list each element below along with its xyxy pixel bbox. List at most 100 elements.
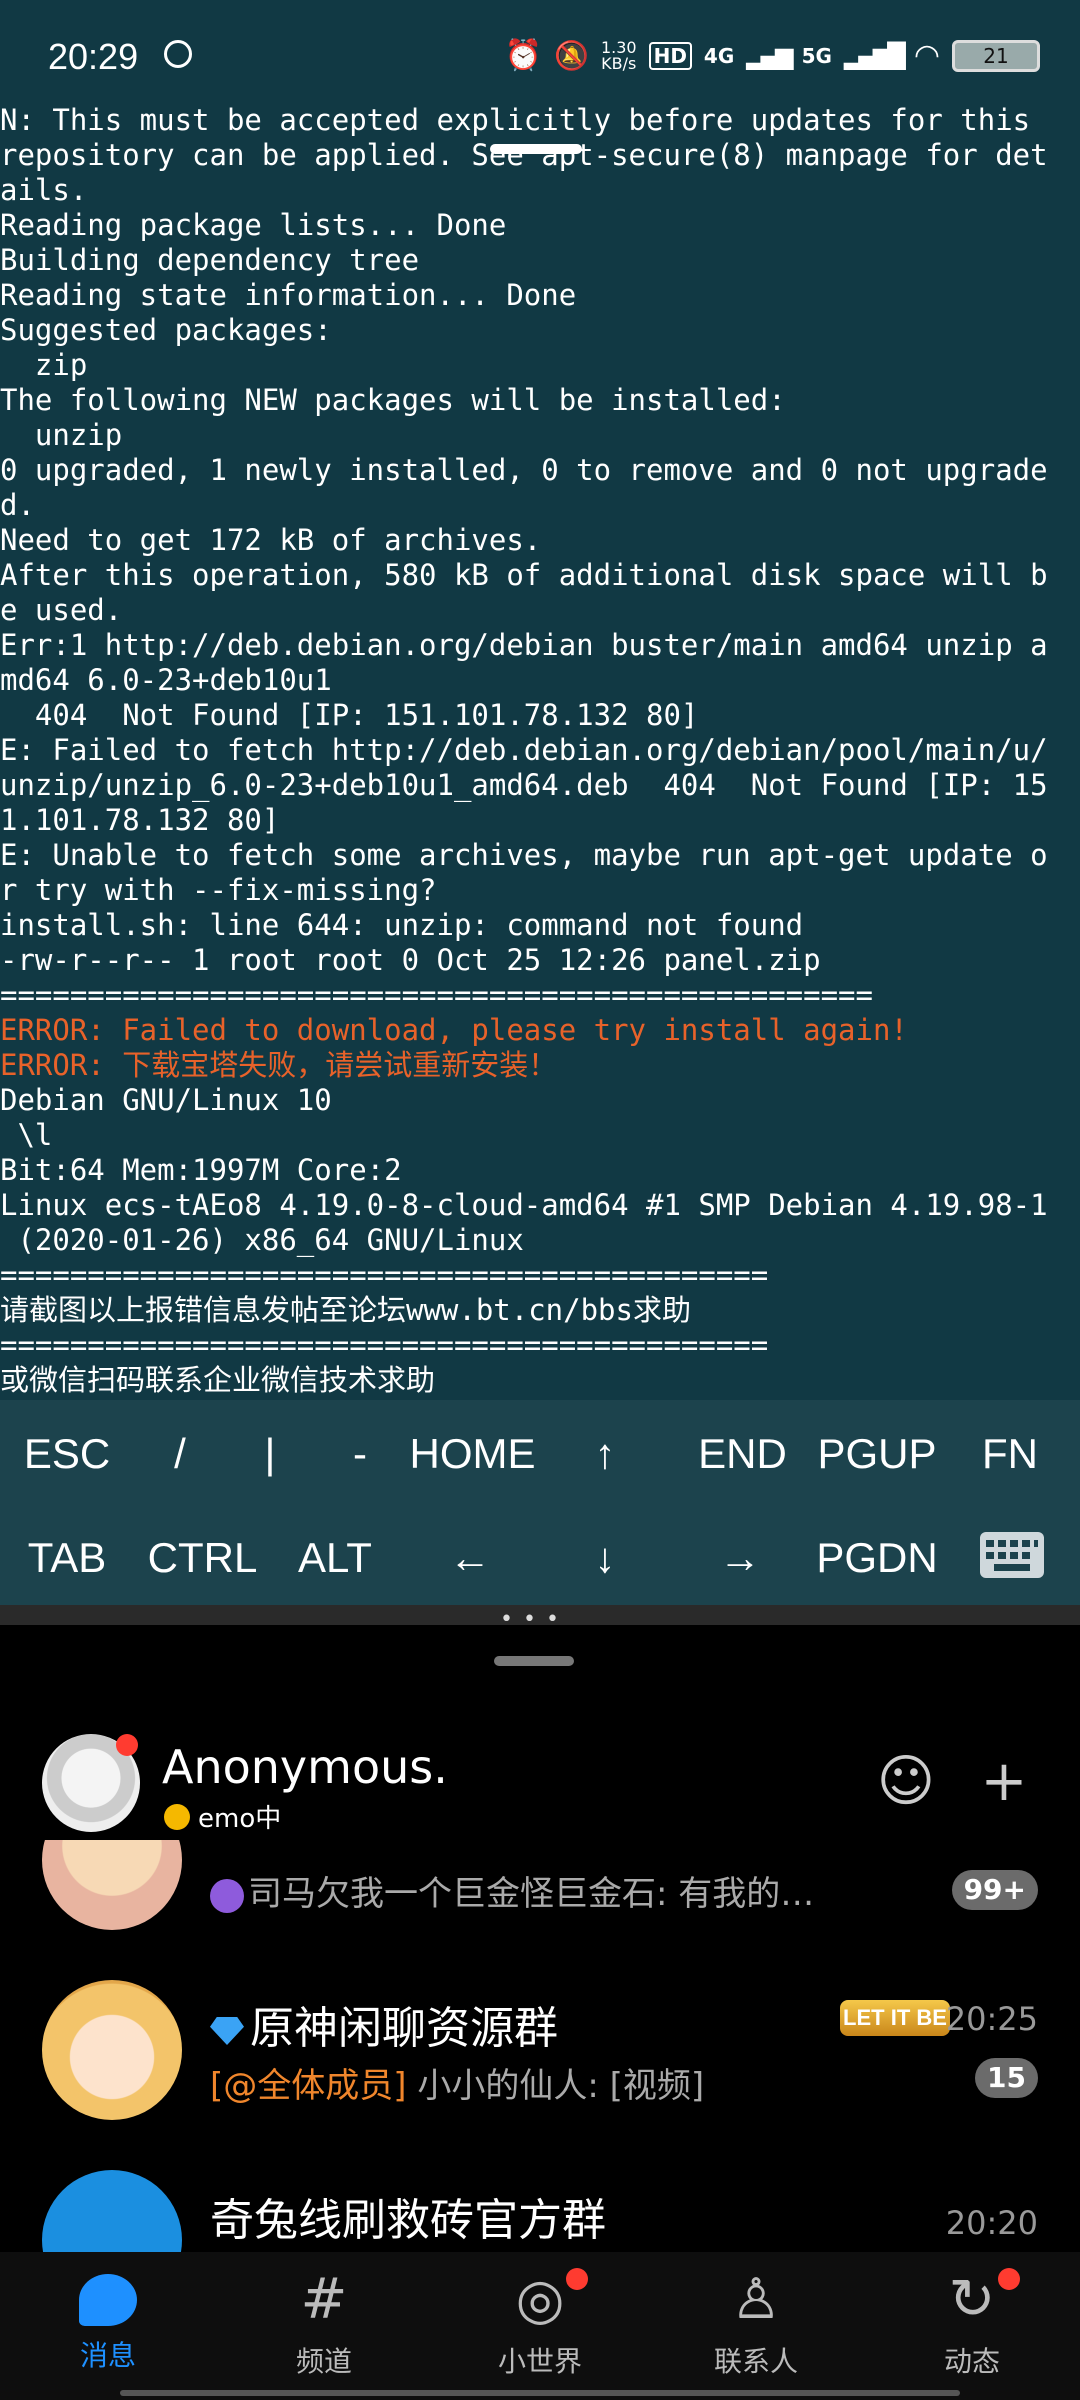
music-note-icon — [210, 1878, 244, 1913]
terminal-line: Suggested packages: — [0, 313, 332, 347]
chat-time: 20:25 — [945, 2000, 1038, 2038]
terminal-line: repository can be applied. See apt-secur… — [0, 138, 1048, 172]
key-up[interactable]: ↑ — [575, 1424, 635, 1484]
terminal-error-line: ERROR: Failed to download, please try in… — [0, 1013, 908, 1047]
message-icon — [79, 2274, 137, 2326]
terminal-line: Debian GNU/Linux 10 — [0, 1083, 332, 1117]
terminal-line: Err:1 http://deb.debian.org/debian buste… — [0, 628, 1048, 662]
key-down[interactable]: ↓ — [575, 1528, 635, 1588]
list-item[interactable]: 奇兔线刷救砖官方群 20:20 — [0, 2170, 1080, 2252]
notification-dot — [566, 2268, 588, 2290]
key-pgdn[interactable]: PGDN — [812, 1528, 942, 1588]
battery-level: 21 — [983, 43, 1009, 68]
drag-handle[interactable] — [494, 1656, 574, 1666]
nav-moments[interactable]: ↻ 动态 — [892, 2268, 1052, 2380]
key-dash[interactable]: - — [330, 1424, 390, 1484]
chat-avatar — [42, 2170, 182, 2252]
nav-messages[interactable]: 消息 — [28, 2268, 188, 2374]
chat-preview-text: 司马欠我一个巨金怪巨金石: 有我的… — [248, 1874, 815, 1914]
nav-label: 动态 — [943, 2345, 1000, 2378]
chat-avatar — [42, 1840, 182, 1930]
terminal-line: 404 Not Found [IP: 151.101.78.132 80] — [0, 698, 699, 732]
key-end[interactable]: END — [690, 1424, 795, 1484]
chat-title-text: 原神闲聊资源群 — [250, 2003, 558, 2054]
list-item[interactable]: 原神闲聊资源群 [@全体成员] 小小的仙人: [视频] LET IT BE 20… — [0, 1980, 1080, 2150]
terminal-pane[interactable]: 20:29 ⏰ 🔕 1.30 KB/s HD 4G ▂▄▆ 5G ▂▄▆█ ◠ … — [0, 0, 1080, 1400]
terminal-line: Need to get 172 kB of archives. — [0, 523, 542, 557]
list-item[interactable]: 司马欠我一个巨金怪巨金石: 有我的… 99+ — [0, 1840, 1080, 1960]
status-time: 20:29 — [48, 36, 139, 77]
terminal-error-line: ERROR: 下载宝塔失败，请尝试重新安装！ — [0, 1048, 558, 1082]
diamond-icon — [210, 2017, 244, 2045]
terminal-line: md64 6.0-23+deb10u1 — [0, 663, 332, 697]
chat-list[interactable]: 司马欠我一个巨金怪巨金石: 有我的… 99+ 原神闲聊资源群 [@全体成员] 小… — [0, 1840, 1080, 2252]
more-icon[interactable]: ••• — [500, 1607, 569, 1632]
terminal-line: Linux ecs-tAEo8 4.19.0-8-cloud-amd64 #1 … — [0, 1188, 1048, 1222]
bottom-nav: 消息 # 频道 ◎ 小世界 ♙ 联系人 ↻ 动态 — [0, 2252, 1080, 2400]
terminal-line: 或微信扫码联系企业微信技术求助 — [0, 1363, 436, 1397]
speed-unit: KB/s — [601, 53, 637, 73]
nav-label: 联系人 — [713, 2345, 798, 2378]
status-bar: 20:29 ⏰ 🔕 1.30 KB/s HD 4G ▂▄▆ 5G ▂▄▆█ ◠ … — [0, 0, 1080, 110]
signal-4g: 4G — [703, 43, 735, 68]
username[interactable]: Anonymous. — [162, 1740, 448, 1794]
contacts-icon: ♙ — [730, 2267, 782, 2332]
terminal-line: zip — [0, 348, 88, 382]
extra-keys-bar: ESC / | - HOME ↑ END PGUP FN TAB CTRL AL… — [0, 1400, 1080, 1605]
terminal-line: E: Unable to fetch some archives, maybe … — [0, 838, 1048, 872]
terminal-line: unzip — [0, 418, 123, 452]
key-ctrl[interactable]: CTRL — [140, 1528, 265, 1588]
terminal-line: ========================================… — [0, 978, 873, 1012]
nav-world[interactable]: ◎ 小世界 — [460, 2268, 620, 2380]
signal-5g: 5G — [801, 43, 832, 68]
key-slash[interactable]: / — [150, 1424, 210, 1484]
key-right[interactable]: → — [710, 1528, 770, 1588]
home-indicator[interactable] — [120, 2390, 960, 2396]
terminal-line: Bit:64 Mem:1997M Core:2 — [0, 1153, 402, 1187]
signal-icon: ▂▄▆ — [746, 41, 793, 70]
mascot-icon[interactable]: ☺ — [876, 1752, 936, 1812]
terminal-line: unzip/unzip_6.0-23+deb10u1_amd64.deb 404… — [0, 768, 1048, 802]
world-icon: ◎ — [515, 2267, 565, 2332]
key-tab[interactable]: TAB — [22, 1528, 112, 1588]
terminal-line: After this operation, 580 kB of addition… — [0, 558, 1048, 592]
mood-text: emo中 — [198, 1804, 282, 1834]
key-left[interactable]: ← — [440, 1528, 500, 1588]
chat-preview: [@全体成员] 小小的仙人: [视频] — [210, 2058, 704, 2107]
chat-preview: 司马欠我一个巨金怪巨金石: 有我的… — [210, 1866, 814, 1915]
signal-icon: ▂▄▆█ — [843, 41, 906, 70]
status-icons: ⏰ 🔕 1.30 KB/s HD 4G ▂▄▆ 5G ▂▄▆█ ◠ 21 — [505, 38, 1040, 73]
group-tag-badge: LET IT BE — [840, 2000, 950, 2036]
wifi-icon: ◠ — [913, 38, 940, 73]
mention-tag: [@全体成员] — [210, 2066, 407, 2106]
key-pgup[interactable]: PGUP — [812, 1424, 942, 1484]
key-pipe[interactable]: | — [240, 1424, 300, 1484]
terminal-line: Building dependency tree — [0, 243, 420, 277]
terminal-line: install.sh: line 644: unzip: command not… — [0, 908, 804, 942]
terminal-line: \l — [0, 1118, 53, 1152]
mood-icon — [164, 1803, 190, 1830]
key-fn[interactable]: FN — [970, 1424, 1050, 1484]
chat-time: 20:20 — [945, 2204, 1038, 2242]
battery-icon: 21 — [952, 39, 1040, 72]
terminal-line: (2020-01-26) x86_64 GNU/Linux — [0, 1223, 524, 1257]
mood-status[interactable]: emo中 — [164, 1798, 281, 1835]
nav-contacts[interactable]: ♙ 联系人 — [676, 2268, 836, 2380]
add-icon[interactable]: + — [974, 1752, 1034, 1812]
key-esc[interactable]: ESC — [22, 1424, 112, 1484]
key-alt[interactable]: ALT — [290, 1528, 380, 1588]
unread-badge: 99+ — [951, 1870, 1038, 1910]
terminal-line: 1.101.78.132 80] — [0, 803, 280, 837]
terminal-line: r try with --fix-missing? — [0, 873, 437, 907]
terminal-line: Reading package lists... Done — [0, 208, 507, 242]
nav-channels[interactable]: # 频道 — [244, 2268, 404, 2380]
terminal-line: E: Failed to fetch http://deb.debian.org… — [0, 733, 1048, 767]
nav-label: 小世界 — [497, 2345, 582, 2378]
terminal-line: d. — [0, 488, 35, 522]
terminal-line: ========================================… — [0, 1258, 769, 1292]
chat-preview-text: 小小的仙人: [视频] — [406, 2066, 705, 2106]
channel-icon: # — [300, 2267, 348, 2332]
network-speed: 1.30 KB/s — [601, 39, 637, 73]
keyboard-icon[interactable] — [980, 1532, 1044, 1578]
key-home[interactable]: HOME — [400, 1424, 545, 1484]
